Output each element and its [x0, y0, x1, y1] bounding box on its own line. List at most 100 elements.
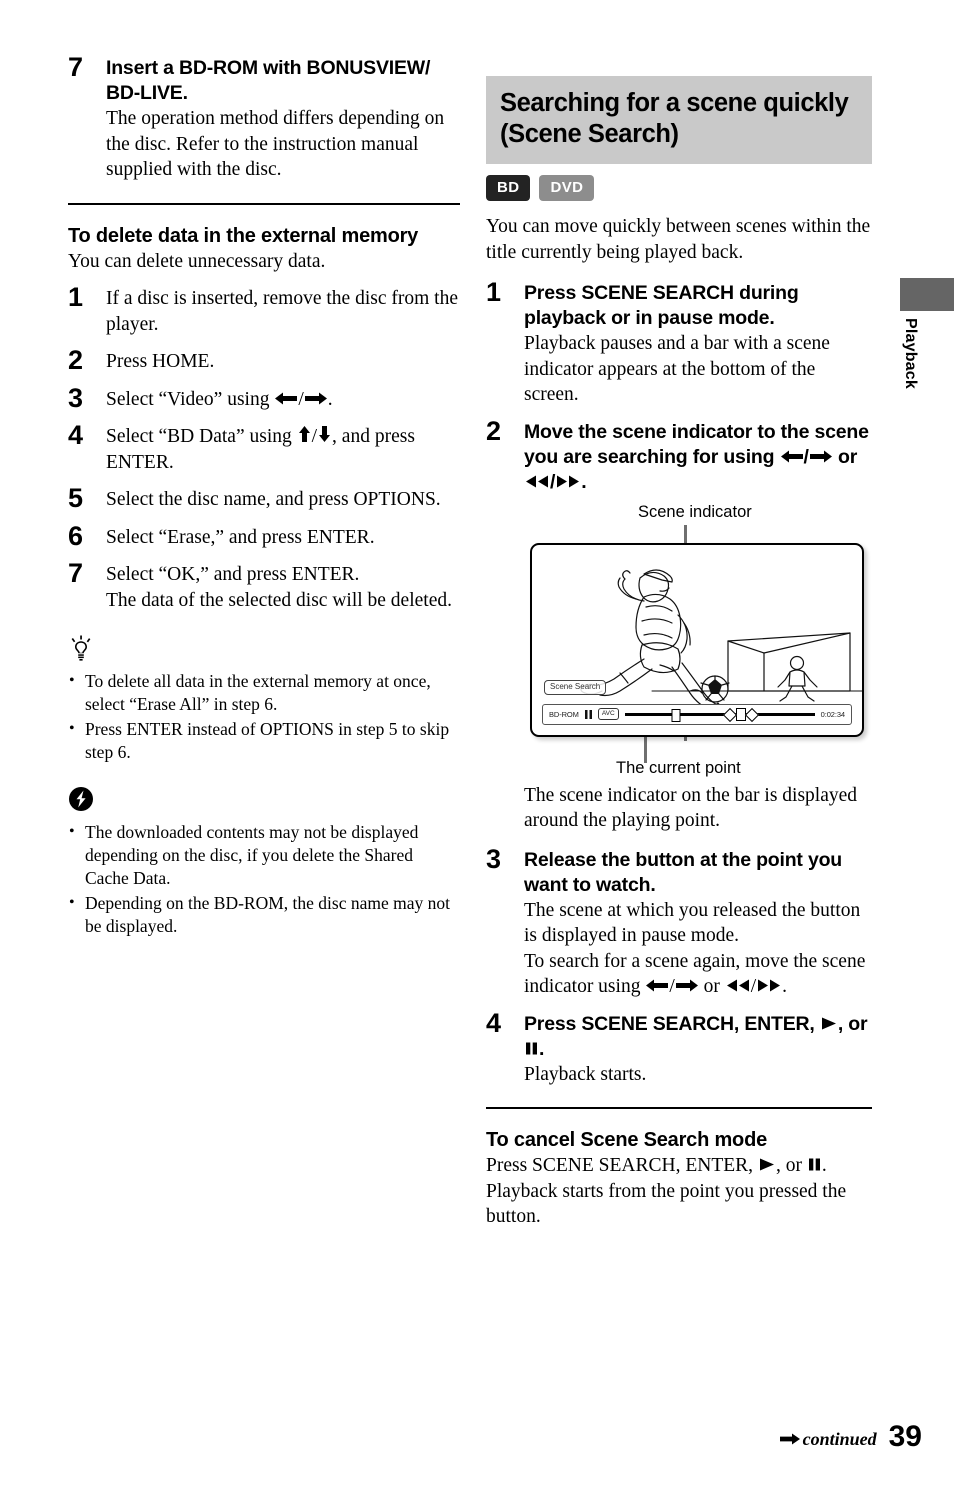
delete-step-1: 1 If a disc is inserted, remove the disc… [68, 282, 460, 337]
section-heading-delete-data: To delete data in the external memory [68, 224, 419, 247]
step-number: 4 [68, 420, 84, 450]
arrow-left-icon [646, 979, 669, 992]
step-title: Release the button at the point you want… [524, 848, 843, 896]
step-text-extra: The data of the selected disc will be de… [106, 589, 452, 611]
arrow-left-icon [275, 392, 298, 404]
step-text-after: . [327, 388, 333, 410]
step-number: 2 [486, 415, 502, 446]
section-intro: You can move quickly between scenes with… [486, 216, 871, 263]
step-text: Select “BD Data” using /, and press ENTE… [106, 426, 415, 473]
arrow-right-icon [304, 392, 327, 404]
osd-codec-badge: AVC [597, 708, 619, 720]
pause-icon [584, 709, 592, 719]
tip-bullet-list: To delete all data in the external memor… [68, 669, 460, 764]
step-text: Press HOME. [106, 351, 215, 372]
page-footer: continued 39 [779, 1422, 922, 1452]
step-number: 2 [68, 345, 84, 375]
arrow-right-icon [779, 1433, 800, 1445]
list-item: Depending on the BD-ROM, the disc name m… [68, 891, 460, 938]
step-number: 7 [68, 558, 84, 588]
cancel-text-after: . [821, 1155, 827, 1176]
step-title-after: . [581, 470, 587, 493]
arrow-right-icon [675, 979, 698, 992]
tip-block: To delete all data in the external memor… [68, 635, 460, 764]
step-title-mid: or [832, 445, 858, 468]
chapter-tab-label: Playback [902, 318, 919, 389]
note-bullet-list: The downloaded contents may not be displ… [68, 820, 460, 938]
section-intro: You can delete unnecessary data. [68, 250, 326, 272]
step-number: 3 [486, 843, 502, 874]
progress-line [624, 713, 815, 716]
pause-icon [808, 1158, 820, 1171]
step-title: Press SCENE SEARCH, ENTER, , or . [524, 1012, 872, 1062]
step-text: Select the disc name, and press OPTIONS. [106, 489, 441, 510]
delete-step-2: 2 Press HOME. [68, 345, 460, 375]
fast-forward-icon [758, 979, 781, 992]
osd-elapsed-time: 0:02:34 [820, 709, 845, 719]
delete-step-3: 3 Select “Video” using /. [68, 383, 460, 413]
page-number: 39 [888, 1420, 922, 1453]
step-text-before: Select “Video” using [106, 388, 275, 410]
delete-step-5: 5 Select the disc name, and press OPTION… [68, 483, 460, 513]
scene-step-3: 3 Release the button at the point you wa… [486, 844, 872, 1000]
step-title-mid: , or [837, 1012, 868, 1035]
step-number: 1 [486, 277, 502, 307]
section-divider [486, 1107, 872, 1109]
step-number: 1 [68, 282, 84, 312]
step-description-2: To search for a scene again, move the sc… [524, 950, 866, 998]
osd-scene-search-chip: Scene Search [544, 679, 607, 695]
arrow-down-icon [319, 426, 331, 442]
scene-search-figure: Scene indicator The current point Scene … [486, 503, 872, 779]
step-number: 3 [68, 382, 84, 413]
step-number: 6 [68, 520, 84, 551]
cancel-text-before: Press SCENE SEARCH, ENTER, [486, 1155, 758, 1176]
section-heading-cancel: To cancel Scene Search mode [486, 1129, 768, 1151]
list-item: The downloaded contents may not be displ… [68, 820, 460, 890]
step-description-1: The scene at which you released the butt… [524, 899, 861, 947]
continued-label: continued [802, 1429, 877, 1449]
scene-step-1: 1 Press SCENE SEARCH during playback or … [486, 277, 872, 408]
disc-type-badges: BD DVD [486, 175, 872, 201]
list-item: Press ENTER instead of OPTIONS in step 5… [68, 717, 460, 764]
step-number: 4 [486, 1007, 502, 1038]
note-block: The downloaded contents may not be displ… [68, 786, 460, 938]
step-title: Move the scene indicator to the scene yo… [524, 420, 869, 493]
scene-marker-right-diamond [744, 707, 759, 722]
scene-step-4: 4 Press SCENE SEARCH, ENTER, , or . Play… [486, 1008, 872, 1088]
rewind-icon [726, 979, 749, 992]
step-title: Insert a BD-ROM with BONUSVIEW/ BD-LIVE. [106, 57, 431, 104]
osd-playback-bar: BD-ROM AVC 0:02:34 [542, 703, 852, 725]
scene-step-2: 2 Move the scene indicator to the scene … [486, 416, 872, 495]
step-title-after: . [539, 1037, 545, 1060]
scene-marker-left-diamond [722, 707, 737, 722]
delete-step-6: 6 Select “Erase,” and press ENTER. [68, 521, 460, 551]
badge-bd: BD [486, 175, 531, 201]
caution-bolt-icon [69, 787, 93, 811]
section-banner-title: Searching for a scene quickly (Scene Sea… [486, 76, 872, 164]
delete-step-7: 7 Select “OK,” and press ENTER. The data… [68, 558, 460, 613]
section-divider [68, 202, 460, 205]
pause-icon [526, 1042, 537, 1054]
step-7-insert-bd-rom: 7 Insert a BD-ROM with BONUSVIEW/ BD-LIV… [68, 52, 460, 183]
step-description: The operation method differs depending o… [106, 108, 445, 180]
step-text-before: Select “BD Data” using [106, 426, 297, 447]
play-icon [821, 1017, 836, 1029]
arrow-right-icon [809, 450, 832, 462]
step-text: Select “OK,” and press ENTER. [106, 564, 360, 585]
step-number: 5 [68, 483, 84, 513]
desc-text-after: . [782, 976, 788, 997]
step-description: Playback pauses and a bar with a scene i… [524, 333, 830, 405]
delete-step-4: 4 Select “BD Data” using /, and press EN… [68, 420, 460, 475]
left-column: 7 Insert a BD-ROM with BONUSVIEW/ BD-LIV… [68, 44, 460, 938]
figure-caption-text: The scene indicator on the bar is displa… [524, 784, 858, 832]
chapter-tab-block [900, 278, 954, 311]
manual-page: 7 Insert a BD-ROM with BONUSVIEW/ BD-LIV… [0, 0, 954, 1486]
step-number: 7 [68, 52, 84, 82]
tv-screen-illustration: Scene Search BD-ROM AVC 0:02:34 [530, 542, 864, 737]
current-point-marker [671, 709, 681, 722]
step-text: Select “Erase,” and press ENTER. [106, 526, 375, 548]
right-column: Searching for a scene quickly (Scene Sea… [486, 76, 872, 1230]
list-item: To delete all data in the external memor… [68, 669, 460, 716]
osd-progress-track [624, 707, 815, 722]
step-text: Select “Video” using /. [106, 388, 333, 410]
